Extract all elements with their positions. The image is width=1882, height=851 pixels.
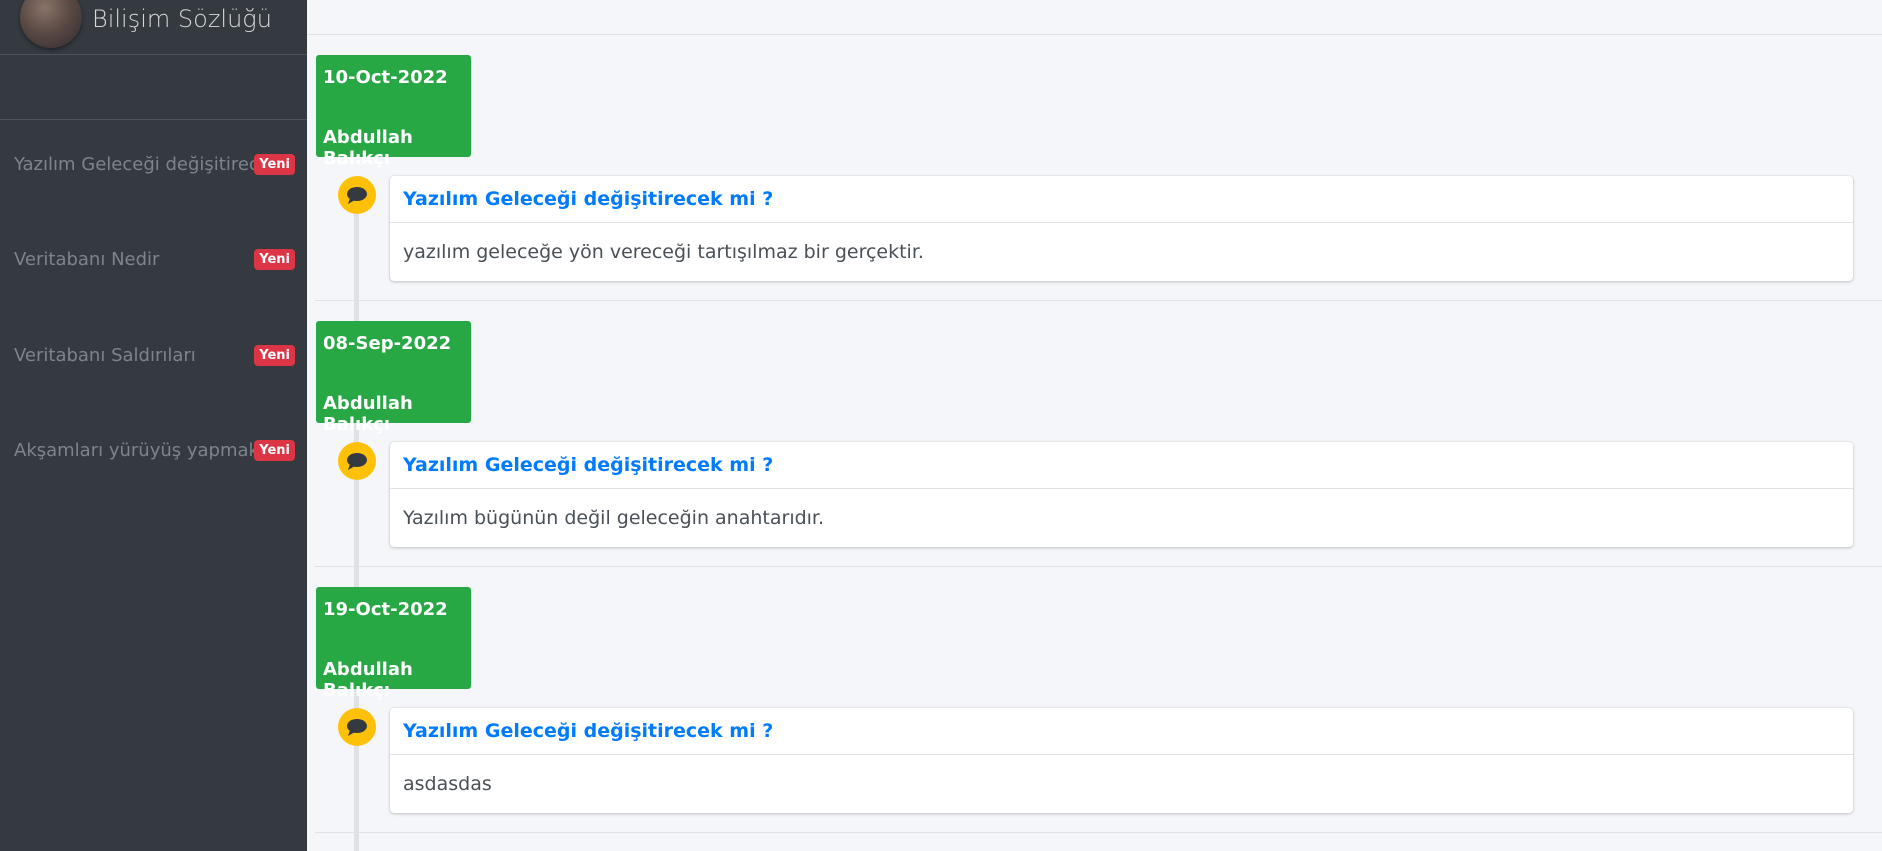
entry-title-link[interactable]: Yazılım Geleceği değişitirecek mi ? — [390, 176, 1853, 223]
new-badge: Yeni — [254, 344, 295, 366]
sidebar-item-label: Yazılım Geleceği değişitirecek mi ? — [14, 153, 257, 175]
sidebar-item-label: Veritabanı Nedir — [14, 248, 160, 270]
user-panel — [0, 55, 307, 120]
comment-icon — [338, 442, 376, 480]
timeline-item: Yazılım Geleceği değişitirecek mi ? asda… — [390, 708, 1853, 813]
brand-logo — [20, 0, 82, 48]
sidebar: Bilişim Sözlüğü Yazılım Geleceği değişit… — [0, 0, 307, 851]
entry-title-link[interactable]: Yazılım Geleceği değişitirecek mi ? — [390, 708, 1853, 755]
entry-body: asdasdas — [403, 772, 492, 795]
entry-date: 08-Sep-2022 — [323, 333, 452, 354]
brand-link[interactable]: Bilişim Sözlüğü — [0, 0, 307, 55]
sidebar-item-veritabani-saldirilari[interactable]: Veritabanı Saldırıları Yeni — [14, 342, 295, 368]
entry-body: Yazılım bügünün değil geleceğin anahtarı… — [403, 506, 825, 529]
timeline-item: Yazılım Geleceği değişitirecek mi ? yazı… — [390, 176, 1853, 281]
header-divider — [307, 34, 1882, 35]
entry-date: 19-Oct-2022 — [323, 599, 448, 620]
entry-author: Abdullah Balıkçı — [323, 393, 413, 435]
sidebar-item-veritabani-nedir[interactable]: Veritabanı Nedir Yeni — [14, 246, 295, 272]
timeline-item: Yazılım Geleceği değişitirecek mi ? Yazı… — [390, 442, 1853, 547]
timeline-content: 10-Oct-2022 Abdullah Balıkçı Yazılım Gel… — [307, 0, 1882, 851]
new-badge: Yeni — [254, 248, 295, 270]
entry-title-link[interactable]: Yazılım Geleceği değişitirecek mi ? — [390, 442, 1853, 489]
comment-icon — [338, 708, 376, 746]
timeline-line — [354, 178, 359, 851]
timeline-date-label: 19-Oct-2022 Abdullah Balıkçı — [316, 587, 471, 701]
sidebar-item-aksamlari[interactable]: Akşamları yürüyüş yapmak Yeni — [14, 437, 295, 463]
new-badge: Yeni — [254, 153, 295, 175]
entry-divider — [315, 566, 1882, 567]
entry-date: 10-Oct-2022 — [323, 67, 448, 88]
sidebar-item-label: Akşamları yürüyüş yapmak — [14, 439, 255, 461]
brand-title: Bilişim Sözlüğü — [92, 5, 272, 33]
entry-author: Abdullah Balıkçı — [323, 127, 413, 169]
sidebar-item-yazilim[interactable]: Yazılım Geleceği değişitirecek mi ? Yeni — [14, 151, 295, 177]
comment-icon — [338, 176, 376, 214]
entry-divider — [315, 300, 1882, 301]
entry-author: Abdullah Balıkçı — [323, 659, 413, 701]
entry-body: yazılım geleceğe yön vereceği tartışılma… — [403, 240, 924, 263]
sidebar-item-label: Veritabanı Saldırıları — [14, 344, 196, 366]
timeline-date-label: 08-Sep-2022 Abdullah Balıkçı — [316, 321, 471, 435]
timeline-date-label: 10-Oct-2022 Abdullah Balıkçı — [316, 55, 471, 169]
entry-divider — [315, 832, 1882, 833]
new-badge: Yeni — [254, 439, 295, 461]
